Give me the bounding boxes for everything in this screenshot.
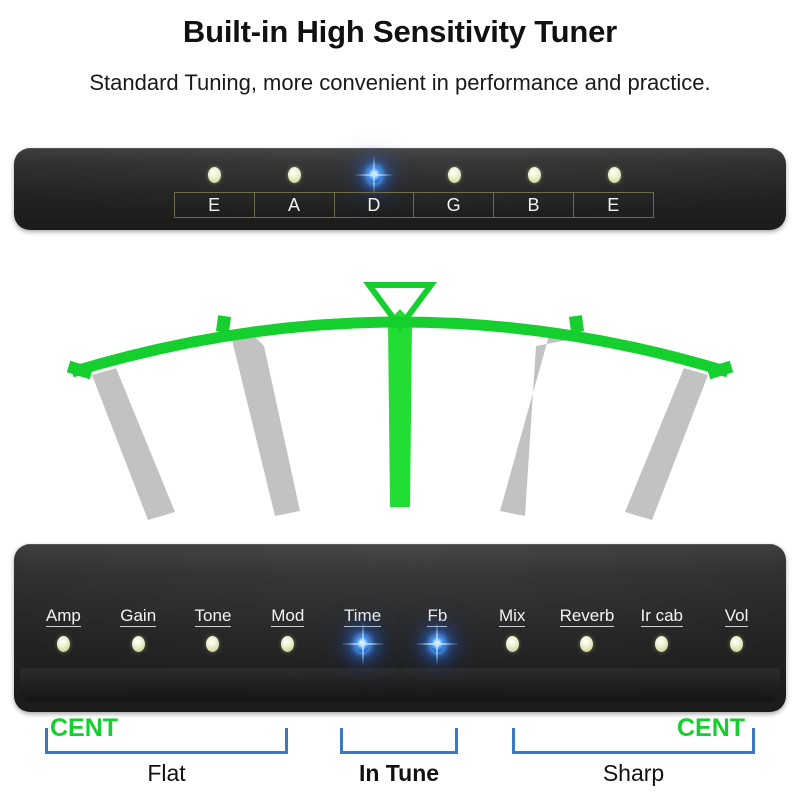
knob-led-icon — [655, 636, 669, 652]
string-note-box[interactable]: B — [493, 192, 574, 218]
string-led-active-icon — [367, 167, 381, 183]
knob-label: Reverb — [559, 606, 615, 627]
string-led-cell — [574, 162, 654, 188]
string-led-cell — [334, 162, 414, 188]
string-led-cell — [494, 162, 574, 188]
knob-label: Amp — [45, 606, 81, 627]
string-note-box[interactable]: A — [253, 192, 334, 218]
knob-control[interactable]: Time — [325, 606, 400, 670]
string-led-icon — [607, 167, 621, 183]
string-note-row: EADGBE — [174, 192, 654, 218]
needle-center — [388, 309, 412, 507]
knob-led-icon — [580, 636, 594, 652]
knob-led-icon — [281, 636, 295, 652]
string-note-box[interactable]: D — [333, 192, 414, 218]
knob-control[interactable]: Gain — [101, 606, 176, 670]
arc-tick-right — [568, 315, 585, 333]
page-subtitle: Standard Tuning, more convenient in perf… — [89, 70, 711, 95]
knob-led-icon — [505, 636, 519, 652]
string-led-cell — [254, 162, 334, 188]
needle-plus25 — [500, 332, 568, 516]
string-note-box[interactable]: G — [413, 192, 494, 218]
knob-led-active-icon — [415, 622, 460, 666]
knob-label: Vol — [724, 606, 749, 627]
knob-control[interactable]: Mix — [475, 606, 550, 670]
string-led-icon — [447, 167, 461, 183]
knob-led-active-icon — [340, 622, 385, 666]
range-bracket — [512, 728, 755, 754]
knob-control[interactable]: Ir cab — [624, 606, 699, 670]
knob-control[interactable]: Tone — [176, 606, 251, 670]
knob-row: Amp Gain Tone Mod Time Fb Mix Reverb Ir cab Vol — [26, 606, 774, 670]
range-bracket-label: In Tune — [358, 760, 440, 786]
needle-minus25 — [232, 332, 300, 516]
string-note-box[interactable]: E — [174, 192, 254, 218]
range-bracket-label: Flat — [147, 760, 186, 786]
tuner-meter-graphic — [66, 282, 734, 520]
string-led-icon — [207, 167, 221, 183]
knob-control[interactable]: Vol — [699, 606, 774, 670]
string-led-cell — [174, 162, 254, 188]
panel-lip — [20, 668, 780, 702]
string-led-cell — [414, 162, 494, 188]
tuner-meter: -50 +50 CENT CENT — [0, 262, 800, 742]
string-led-icon — [287, 167, 301, 183]
tuner-infographic: Built-in High Sensitivity Tuner Standard… — [0, 0, 800, 800]
knob-led-icon — [56, 636, 70, 652]
knob-control[interactable]: Fb — [400, 606, 475, 670]
string-led-row — [174, 162, 654, 188]
knob-led-icon — [730, 636, 744, 652]
page-title: Built-in High Sensitivity Tuner — [182, 14, 618, 49]
string-indicator-panel: EADGBE — [14, 148, 786, 230]
knob-label: Gain — [120, 606, 157, 627]
range-bracket — [45, 728, 288, 754]
arc-tick-left — [215, 315, 232, 333]
knob-led-icon — [206, 636, 220, 652]
knob-label: Tone — [194, 606, 232, 627]
knob-label: Ir cab — [640, 606, 684, 627]
knob-label: Mod — [271, 606, 305, 627]
string-note-box[interactable]: E — [573, 192, 654, 218]
knob-led-icon — [131, 636, 145, 652]
range-bracket — [340, 728, 458, 754]
knob-label: Mix — [498, 606, 526, 627]
string-led-icon — [527, 167, 541, 183]
knob-control[interactable]: Amp — [26, 606, 101, 670]
knob-control[interactable]: Reverb — [550, 606, 625, 670]
knob-control[interactable]: Mod — [250, 606, 325, 670]
range-bracket-label: Sharp — [602, 760, 665, 786]
needle-plus50 — [625, 368, 708, 520]
control-knob-panel: Amp Gain Tone Mod Time Fb Mix Reverb Ir cab Vol — [14, 544, 786, 712]
needle-minus50 — [92, 368, 175, 520]
